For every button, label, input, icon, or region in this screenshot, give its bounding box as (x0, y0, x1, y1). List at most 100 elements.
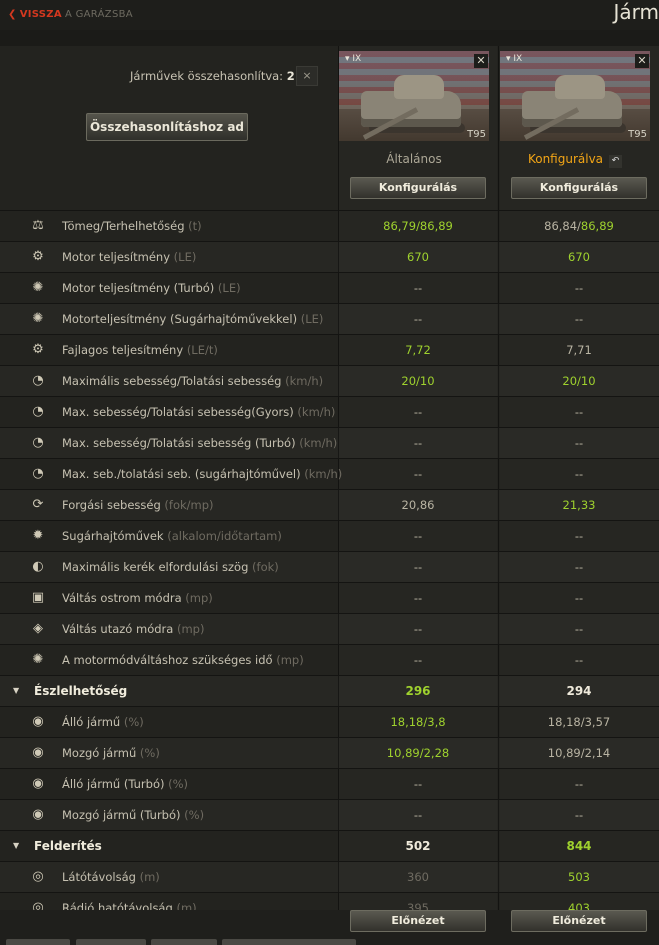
remove-vehicle-button[interactable]: ✕ (635, 54, 649, 68)
stat-unit: (%) (168, 777, 189, 791)
stat-unit: (m) (139, 870, 160, 884)
stat-value: 10,89/ (547, 746, 585, 760)
stat-value: -- (574, 529, 584, 543)
stat-unit: (t) (188, 219, 202, 233)
stat-label: Felderítés (34, 839, 102, 853)
stat-row: ✺ Motor teljesítmény (Turbó) (LE) -- -- (0, 272, 659, 303)
stat-unit: (km/h) (285, 374, 324, 388)
stat-row: ⚙ Motor teljesítmény (LE) 670 670 (0, 241, 659, 272)
stat-unit: (km/h) (299, 436, 338, 450)
stat-label-text: Max. sebesség/Tolatási sebesség (Turbó) (62, 436, 296, 450)
stat-row: ◔ Max. sebesség/Tolatási sebesség(Gyors) … (0, 396, 659, 427)
stat-value: 18,18/ (547, 715, 585, 729)
bottom-bar: Előnézet Előnézet (0, 910, 659, 945)
value-vehicle-2: 503 (500, 870, 658, 884)
back-button[interactable]: ❮ VISSZA (8, 9, 62, 20)
bottom-tab[interactable] (222, 939, 356, 945)
value-vehicle-2: 21,33 (500, 498, 658, 512)
compare-count: 2 (286, 69, 295, 83)
value-vehicle-2: -- (500, 529, 658, 543)
remove-vehicle-button[interactable]: ✕ (474, 54, 488, 68)
value-vehicle-1: -- (339, 591, 497, 605)
stat-label: Motor teljesítmény (LE) (62, 250, 196, 264)
stat-value: -- (413, 622, 423, 636)
stationary-camo-icon: ◉ (32, 714, 44, 729)
stat-unit: (LE) (300, 312, 324, 326)
stat-label-text: Motor teljesítmény (Turbó) (62, 281, 215, 295)
configure-button[interactable]: Konfigurálás (511, 177, 647, 199)
stat-row: ◔ Max. sebesség/Tolatási sebesség (Turbó)… (0, 427, 659, 458)
tank-image: ▾ IX ✕ T95 (339, 51, 489, 141)
stat-value: -- (574, 560, 584, 574)
value-vehicle-2: -- (500, 436, 658, 450)
clear-compare-button[interactable]: × (296, 66, 318, 86)
value-vehicle-2: 10,89/2,14 (500, 746, 658, 760)
collapse-triangle-icon[interactable]: ▼ (13, 686, 19, 695)
vehicle-status: Általános (339, 152, 489, 166)
bottom-tab[interactable] (76, 939, 146, 945)
stat-value: -- (574, 312, 584, 326)
stat-label: Váltás ostrom módra (mp) (62, 591, 213, 605)
compare-label-text: Járművek összehasonlítva: (130, 69, 284, 83)
stat-value: 20,86 (401, 498, 435, 512)
stat-label: Észlelhetőség (34, 684, 127, 698)
stat-value: 670 (407, 250, 429, 264)
value-vehicle-2: -- (500, 622, 658, 636)
stat-label: Sugárhajtóművek (alkalom/időtartam) (62, 529, 282, 543)
value-vehicle-1: 360 (339, 870, 497, 884)
compare-count-label: Járművek összehasonlítva: 2 (130, 69, 295, 83)
value-vehicle-2: -- (500, 312, 658, 326)
stat-label: Álló jármű (%) (62, 715, 144, 729)
stat-value: -- (574, 591, 584, 605)
siege-mode-icon: ▣ (31, 590, 45, 605)
stat-unit: (km/h) (304, 467, 343, 481)
stat-label: Váltás utazó módra (mp) (62, 622, 204, 636)
add-to-compare-button[interactable]: Összehasonlításhoz ad (86, 113, 248, 141)
value-vehicle-2: -- (500, 777, 658, 791)
stat-value: 294 (566, 684, 592, 698)
collapse-triangle-icon[interactable]: ▼ (13, 841, 19, 850)
speedometer-icon: ◔ (32, 373, 44, 388)
preview-button[interactable]: Előnézet (511, 910, 647, 932)
stat-value: 3,57 (584, 715, 611, 729)
stat-value: -- (413, 808, 423, 822)
undo-icon[interactable]: ↶ (609, 155, 623, 168)
bottom-tab[interactable] (6, 939, 70, 945)
value-vehicle-2: -- (500, 653, 658, 667)
value-vehicle-2: 20/10 (500, 374, 658, 388)
value-vehicle-2: -- (500, 591, 658, 605)
stat-row: ⟳ Forgási sebesség (fok/mp) 20,86 21,33 (0, 489, 659, 520)
breadcrumb-garage[interactable]: A GARÁZSBA (65, 9, 133, 20)
stat-unit: (mp) (276, 653, 304, 667)
stat-unit: (LE/t) (186, 343, 218, 357)
chevron-left-icon: ❮ (8, 9, 17, 20)
engine-rocket-icon: ✺ (32, 311, 44, 326)
value-vehicle-1: 670 (339, 250, 497, 264)
section-header-row[interactable]: ▼ Felderítés 502 844 (0, 830, 659, 861)
stationary-turbo-camo-icon: ◉ (32, 776, 44, 791)
stat-value: 7,71 (566, 343, 592, 357)
stat-label: Maximális kerék elfordulási szög (fok) (62, 560, 279, 574)
stat-value: -- (413, 467, 423, 481)
stat-label: Mozgó jármű (Turbó) (%) (62, 808, 204, 822)
stat-value: -- (574, 405, 584, 419)
stat-label-text: Váltás ostrom módra (62, 591, 182, 605)
value-vehicle-1: -- (339, 281, 497, 295)
value-vehicle-1: 20,86 (339, 498, 497, 512)
stat-label-text: Sugárhajtóművek (62, 529, 164, 543)
preview-button[interactable]: Előnézet (350, 910, 486, 932)
stat-row: ◐ Maximális kerék elfordulási szög (fok) -… (0, 551, 659, 582)
stat-label: Max. seb./tolatási seb. (sugárhajtóművel… (62, 467, 342, 481)
moving-turbo-camo-icon: ◉ (32, 807, 44, 822)
stat-value: 296 (405, 684, 431, 698)
stat-value: -- (413, 591, 423, 605)
value-vehicle-2: 670 (500, 250, 658, 264)
stat-value: 20/10 (562, 374, 596, 388)
configure-button[interactable]: Konfigurálás (350, 177, 486, 199)
bottom-tab[interactable] (151, 939, 217, 945)
stat-value: 503 (568, 870, 590, 884)
stat-label: Max. sebesség/Tolatási sebesség(Gyors) (… (62, 405, 335, 419)
section-header-row[interactable]: ▼ Észlelhetőség 296 294 (0, 675, 659, 706)
stat-row: ⚙ Fajlagos teljesítmény (LE/t) 7,72 7,71 (0, 334, 659, 365)
value-vehicle-1: 502 (339, 839, 497, 853)
